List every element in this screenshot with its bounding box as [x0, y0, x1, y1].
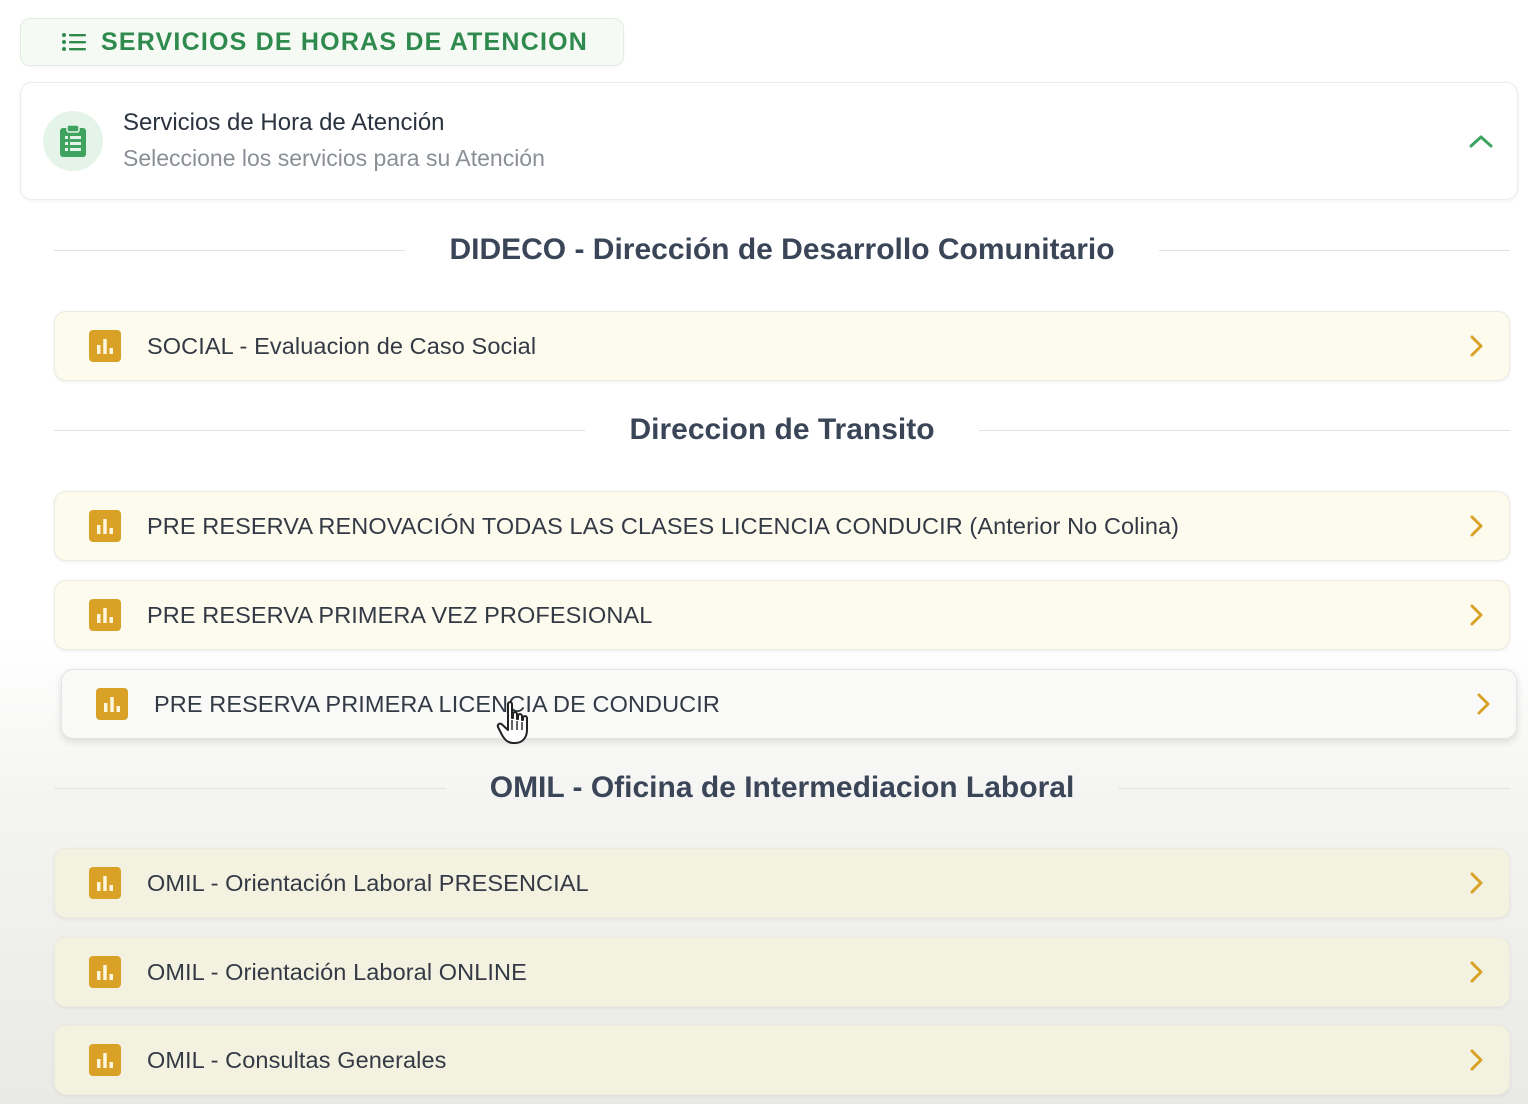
divider-line [978, 429, 1510, 431]
services-header-card[interactable]: Servicios de Hora de Atención Seleccione… [20, 82, 1518, 200]
chevron-right-icon [1470, 335, 1483, 357]
collapse-button[interactable] [1463, 123, 1499, 159]
service-label: PRE RESERVA RENOVACIÓN TODAS LAS CLASES … [147, 512, 1180, 539]
section-header: SERVICIOS DE HORAS DE ATENCION [20, 18, 624, 66]
divider-line [54, 249, 406, 251]
bar-chart-icon [89, 867, 121, 899]
bar-chart-icon [96, 688, 128, 720]
section-title: SERVICIOS DE HORAS DE ATENCION [101, 27, 588, 56]
group-divider-omil: OMIL - Oficina de Intermediacion Laboral [54, 763, 1511, 813]
divider-line [54, 429, 586, 431]
clipboard-icon [60, 124, 86, 157]
bar-chart-icon [89, 1044, 121, 1076]
service-item-primera-vez-profesional[interactable]: PRE RESERVA PRIMERA VEZ PROFESIONAL [54, 580, 1510, 650]
divider-line [1118, 787, 1511, 789]
divider-line [54, 787, 446, 789]
chevron-right-icon [1470, 1049, 1483, 1071]
group-divider-dideco: DIDECO - Dirección de Desarrollo Comunit… [54, 225, 1510, 275]
chevron-right-icon [1477, 693, 1490, 715]
chevron-right-icon [1470, 872, 1483, 894]
chevron-right-icon [1470, 604, 1483, 626]
chevron-right-icon [1470, 961, 1483, 983]
group-title: OMIL - Oficina de Intermediacion Laboral [489, 771, 1075, 804]
service-item-omil-consultas[interactable]: OMIL - Consultas Generales [54, 1025, 1510, 1095]
service-item-social[interactable]: SOCIAL - Evaluacion de Caso Social [54, 311, 1510, 381]
service-label: SOCIAL - Evaluacion de Caso Social [147, 332, 537, 359]
card-subtitle: Seleccione los servicios para su Atenció… [123, 145, 545, 171]
service-label: OMIL - Consultas Generales [147, 1046, 447, 1073]
card-title: Servicios de Hora de Atención [123, 109, 445, 136]
service-item-primera-licencia[interactable]: PRE RESERVA PRIMERA LICENCIA DE CONDUCIR [61, 669, 1517, 739]
service-item-omil-online[interactable]: OMIL - Orientación Laboral ONLINE [54, 937, 1510, 1007]
service-label: OMIL - Orientación Laboral ONLINE [147, 958, 527, 985]
divider-line [1158, 249, 1510, 251]
list-icon [62, 33, 86, 51]
bar-chart-icon [89, 330, 121, 362]
group-divider-transito: Direccion de Transito [54, 405, 1510, 455]
group-title: Direccion de Transito [629, 413, 935, 446]
chevron-right-icon [1470, 515, 1483, 537]
bar-chart-icon [89, 510, 121, 542]
header-badge [43, 111, 103, 171]
service-label: OMIL - Orientación Laboral PRESENCIAL [147, 869, 589, 896]
bar-chart-icon [89, 599, 121, 631]
bar-chart-icon [89, 956, 121, 988]
chevron-up-icon [1469, 135, 1493, 148]
service-item-renovacion[interactable]: PRE RESERVA RENOVACIÓN TODAS LAS CLASES … [54, 491, 1510, 561]
service-label: PRE RESERVA PRIMERA VEZ PROFESIONAL [147, 601, 653, 628]
group-title: DIDECO - Dirección de Desarrollo Comunit… [449, 233, 1115, 266]
service-label: PRE RESERVA PRIMERA LICENCIA DE CONDUCIR [154, 690, 720, 717]
service-item-omil-presencial[interactable]: OMIL - Orientación Laboral PRESENCIAL [54, 848, 1510, 918]
